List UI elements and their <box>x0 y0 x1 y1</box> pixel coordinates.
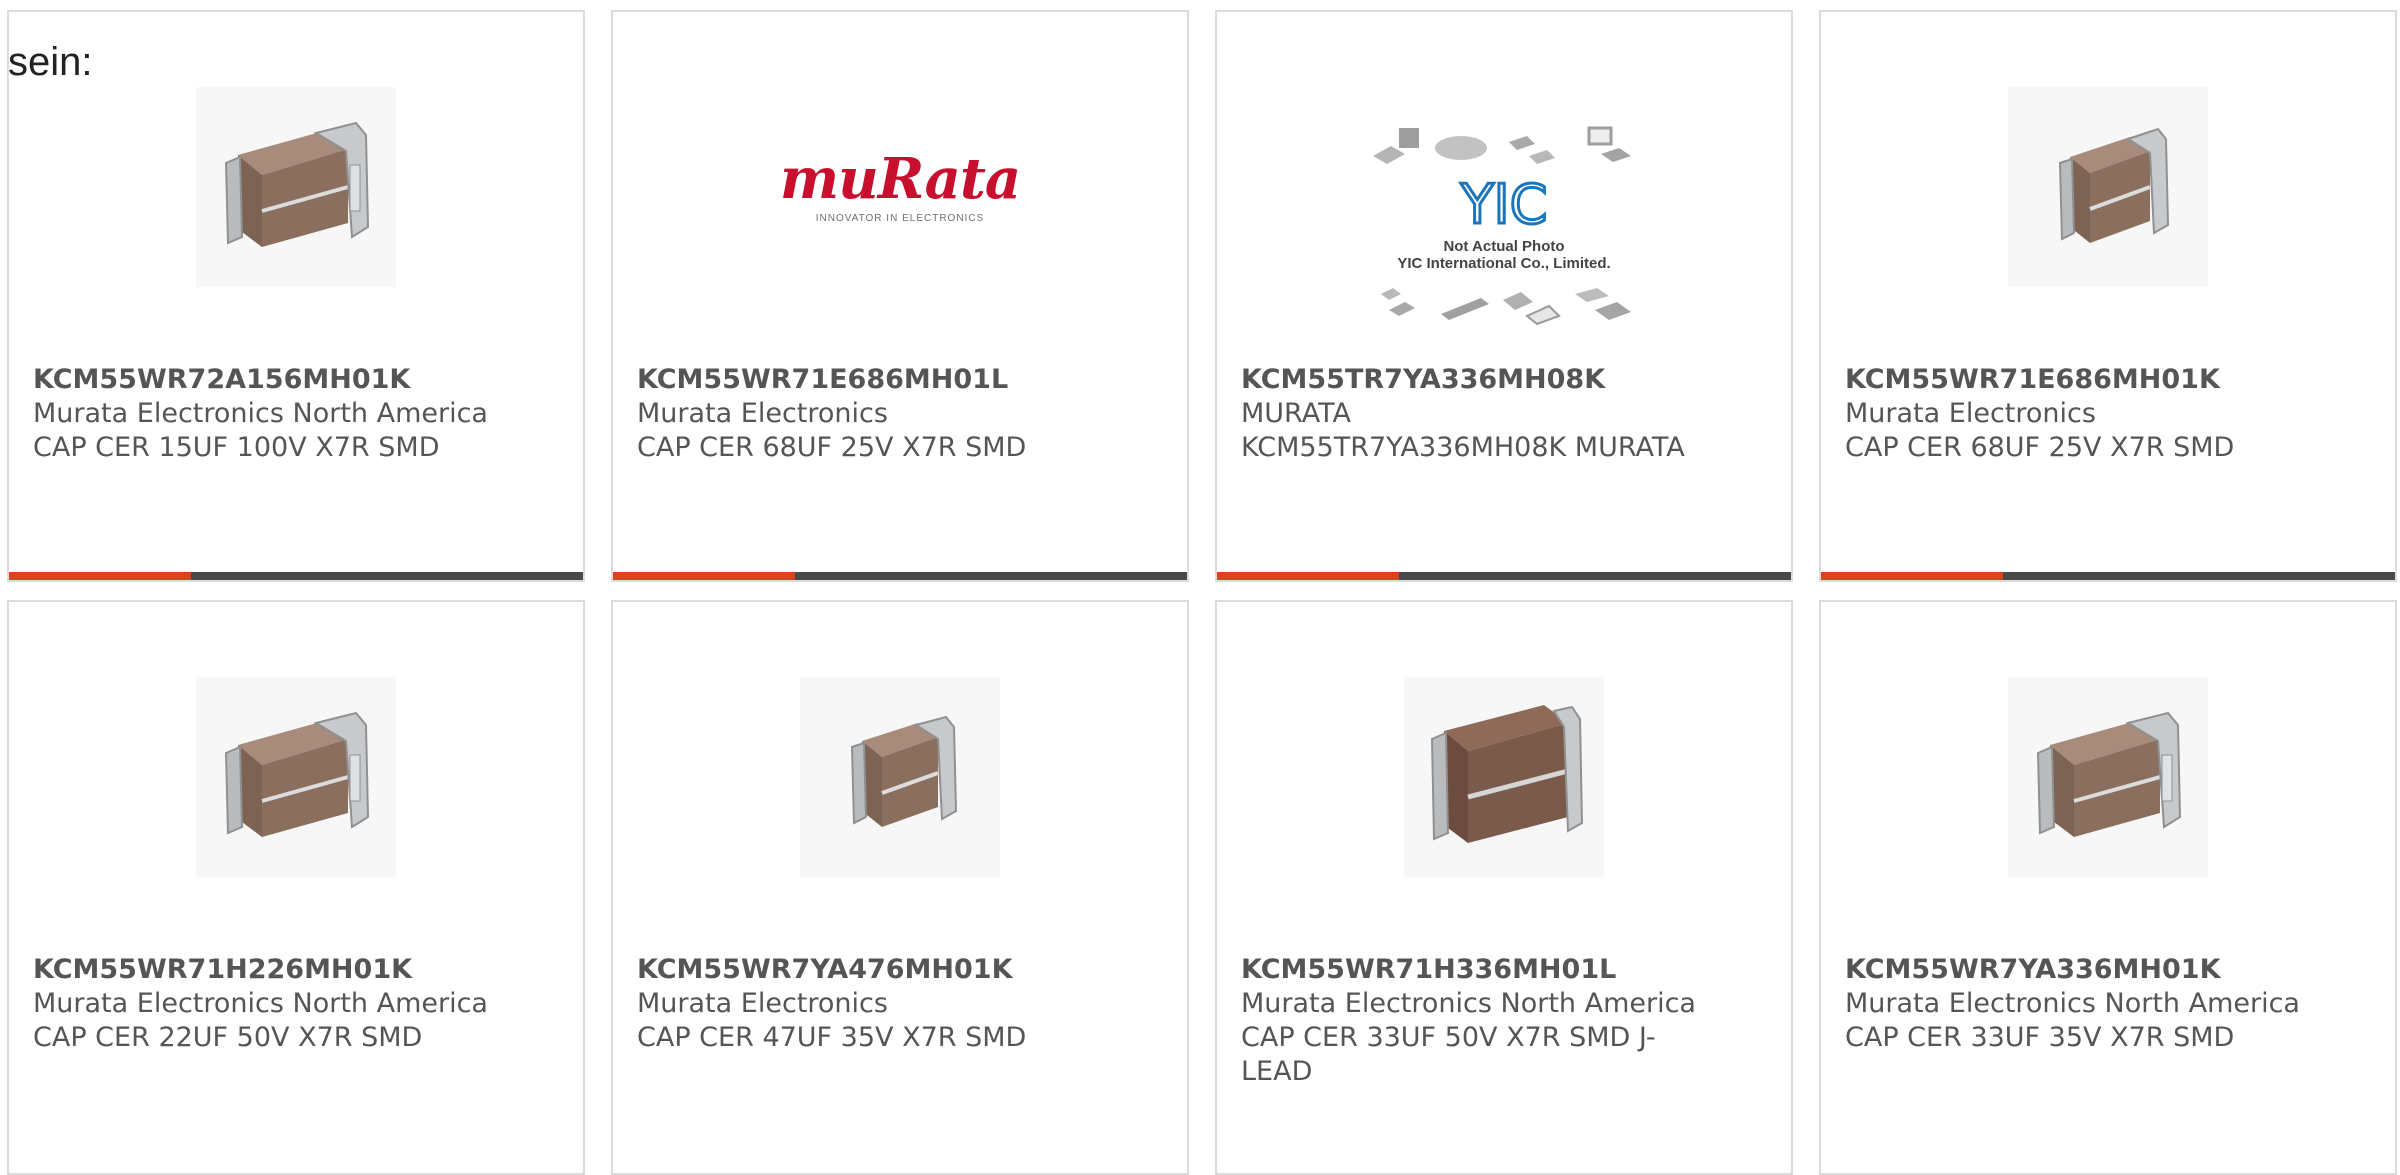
description: CAP CER 68UF 25V X7R SMD <box>1845 432 2235 463</box>
part-number[interactable]: KCM55WR7YA476MH01K <box>637 953 1163 987</box>
part-number[interactable]: KCM55WR72A156MH01K <box>33 363 559 397</box>
card-footer-bar <box>1821 572 2395 580</box>
product-image <box>9 82 583 292</box>
description: CAP CER 15UF 100V X7R SMD <box>33 432 440 463</box>
part-number[interactable]: KCM55WR7YA336MH01K <box>1845 953 2371 987</box>
manufacturer: Murata Electronics <box>637 398 888 429</box>
product-card[interactable]: KCM55WR7YA476MH01K Murata Electronics CA… <box>611 600 1189 1175</box>
manufacturer: Murata Electronics <box>1845 398 2096 429</box>
card-footer-bar <box>9 572 583 580</box>
manufacturer: Murata Electronics North America <box>1241 988 1696 1019</box>
product-card[interactable]: KCM55WR72A156MH01K Murata Electronics No… <box>7 10 585 582</box>
product-card[interactable]: KCM55WR7YA336MH01K Murata Electronics No… <box>1819 600 2397 1175</box>
product-image <box>1821 672 2395 882</box>
product-image: YIC Not Actual Photo YIC International C… <box>1217 102 1791 352</box>
description: CAP CER 33UF 50V X7R SMD J-LEAD <box>1241 1022 1656 1087</box>
description: KCM55TR7YA336MH08K MURATA <box>1241 432 1685 463</box>
part-number[interactable]: KCM55TR7YA336MH08K <box>1241 363 1767 397</box>
murata-logo: muRata INNOVATOR IN ELECTRONICS <box>779 145 1021 224</box>
card-footer-bar <box>613 572 1187 580</box>
manufacturer: Murata Electronics <box>637 988 888 1019</box>
manufacturer: Murata Electronics North America <box>33 398 488 429</box>
chip-icons-bottom <box>1381 288 1631 326</box>
yic-logo: YIC <box>1459 173 1549 236</box>
product-card[interactable]: KCM55WR71H336MH01L Murata Electronics No… <box>1215 600 1793 1175</box>
product-image <box>1217 672 1791 882</box>
part-number[interactable]: KCM55WR71H226MH01K <box>33 953 559 987</box>
description: CAP CER 47UF 35V X7R SMD <box>637 1022 1027 1053</box>
manufacturer: Murata Electronics North America <box>1845 988 2300 1019</box>
intro-text: sein: <box>8 40 93 84</box>
part-number[interactable]: KCM55WR71E686MH01L <box>637 363 1163 397</box>
product-image <box>613 672 1187 882</box>
product-card[interactable]: YIC Not Actual Photo YIC International C… <box>1215 10 1793 582</box>
product-image <box>9 672 583 882</box>
product-card[interactable]: muRata INNOVATOR IN ELECTRONICS KCM55WR7… <box>611 10 1189 582</box>
product-image: muRata INNOVATOR IN ELECTRONICS <box>613 82 1187 292</box>
chip-icons-top <box>1373 126 1631 164</box>
product-card[interactable]: KCM55WR71E686MH01K Murata Electronics CA… <box>1819 10 2397 582</box>
description: CAP CER 33UF 35V X7R SMD <box>1845 1022 2235 1053</box>
card-footer-bar <box>1217 572 1791 580</box>
product-card[interactable]: KCM55WR71H226MH01K Murata Electronics No… <box>7 600 585 1175</box>
description: CAP CER 22UF 50V X7R SMD <box>33 1022 423 1053</box>
product-image <box>1821 82 2395 292</box>
part-number[interactable]: KCM55WR71E686MH01K <box>1845 363 2371 397</box>
manufacturer: MURATA <box>1241 398 1351 429</box>
manufacturer: Murata Electronics North America <box>33 988 488 1019</box>
description: CAP CER 68UF 25V X7R SMD <box>637 432 1027 463</box>
part-number[interactable]: KCM55WR71H336MH01L <box>1241 953 1767 987</box>
